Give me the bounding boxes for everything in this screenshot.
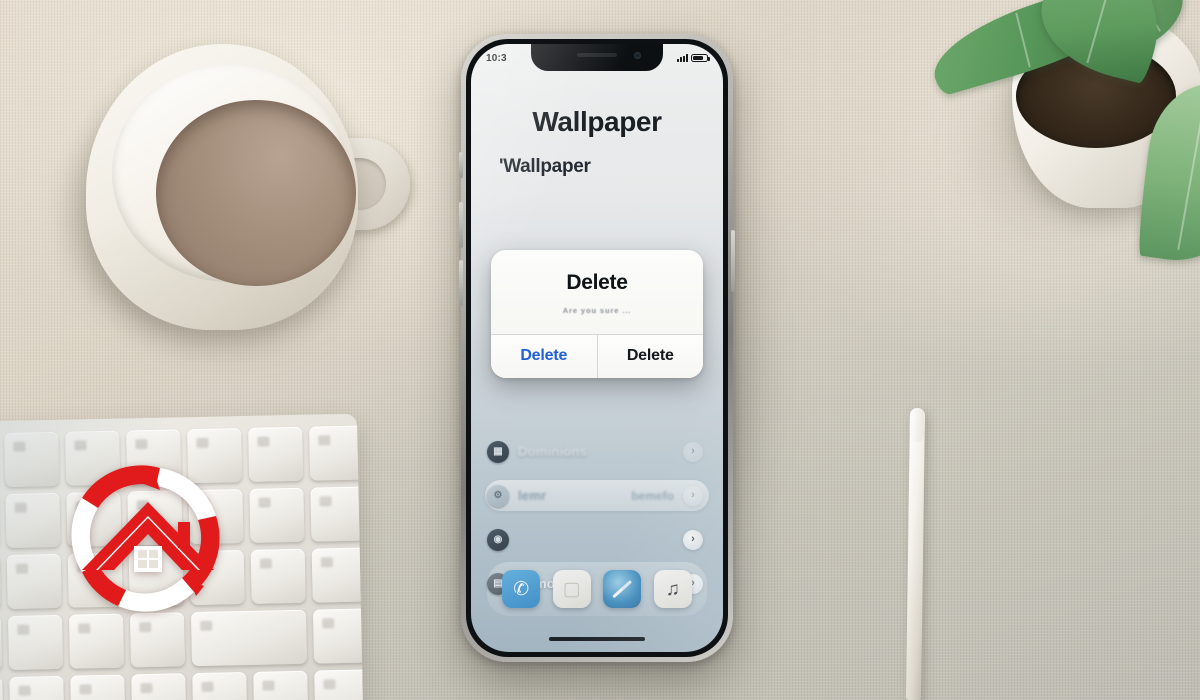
desk-scene: 10:3 Wallpaper 'Wallpaper Delete Are you… — [0, 0, 1200, 700]
status-indicators — [677, 53, 710, 63]
status-time: 10:3 — [486, 52, 507, 64]
mug-rim — [112, 64, 356, 286]
cellular-signal-icon — [677, 54, 688, 62]
phone-notch — [531, 44, 663, 71]
house-refresh-logo — [48, 446, 248, 636]
coffee-mug — [64, 34, 410, 362]
dialog-actions: Delete Delete — [491, 333, 703, 378]
volume-up-button[interactable] — [459, 202, 463, 248]
dialog-body: Delete Are you sure ... — [491, 250, 703, 334]
volume-down-button[interactable] — [459, 260, 463, 306]
home-indicator[interactable] — [549, 637, 645, 641]
front-camera-icon — [634, 52, 641, 59]
dialog-primary-button[interactable]: Delete — [491, 334, 597, 378]
phone-bezel: 10:3 Wallpaper 'Wallpaper Delete Are you… — [466, 39, 728, 657]
smartphone: 10:3 Wallpaper 'Wallpaper Delete Are you… — [459, 34, 735, 662]
dialog-message: Are you sure ... — [562, 306, 632, 315]
potted-plant — [922, 0, 1200, 268]
mug-body — [86, 44, 358, 330]
dialog-title: Delete — [566, 271, 628, 294]
mute-switch[interactable] — [459, 152, 463, 178]
coffee-liquid — [156, 100, 356, 286]
dialog-secondary-button[interactable]: Delete — [596, 334, 703, 378]
phone-screen: 10:3 Wallpaper 'Wallpaper Delete Are you… — [471, 44, 723, 652]
battery-icon — [691, 53, 710, 63]
earpiece-speaker — [577, 53, 617, 57]
power-button[interactable] — [731, 230, 735, 292]
delete-confirmation-dialog: Delete Are you sure ... Delete Delete — [491, 250, 703, 378]
